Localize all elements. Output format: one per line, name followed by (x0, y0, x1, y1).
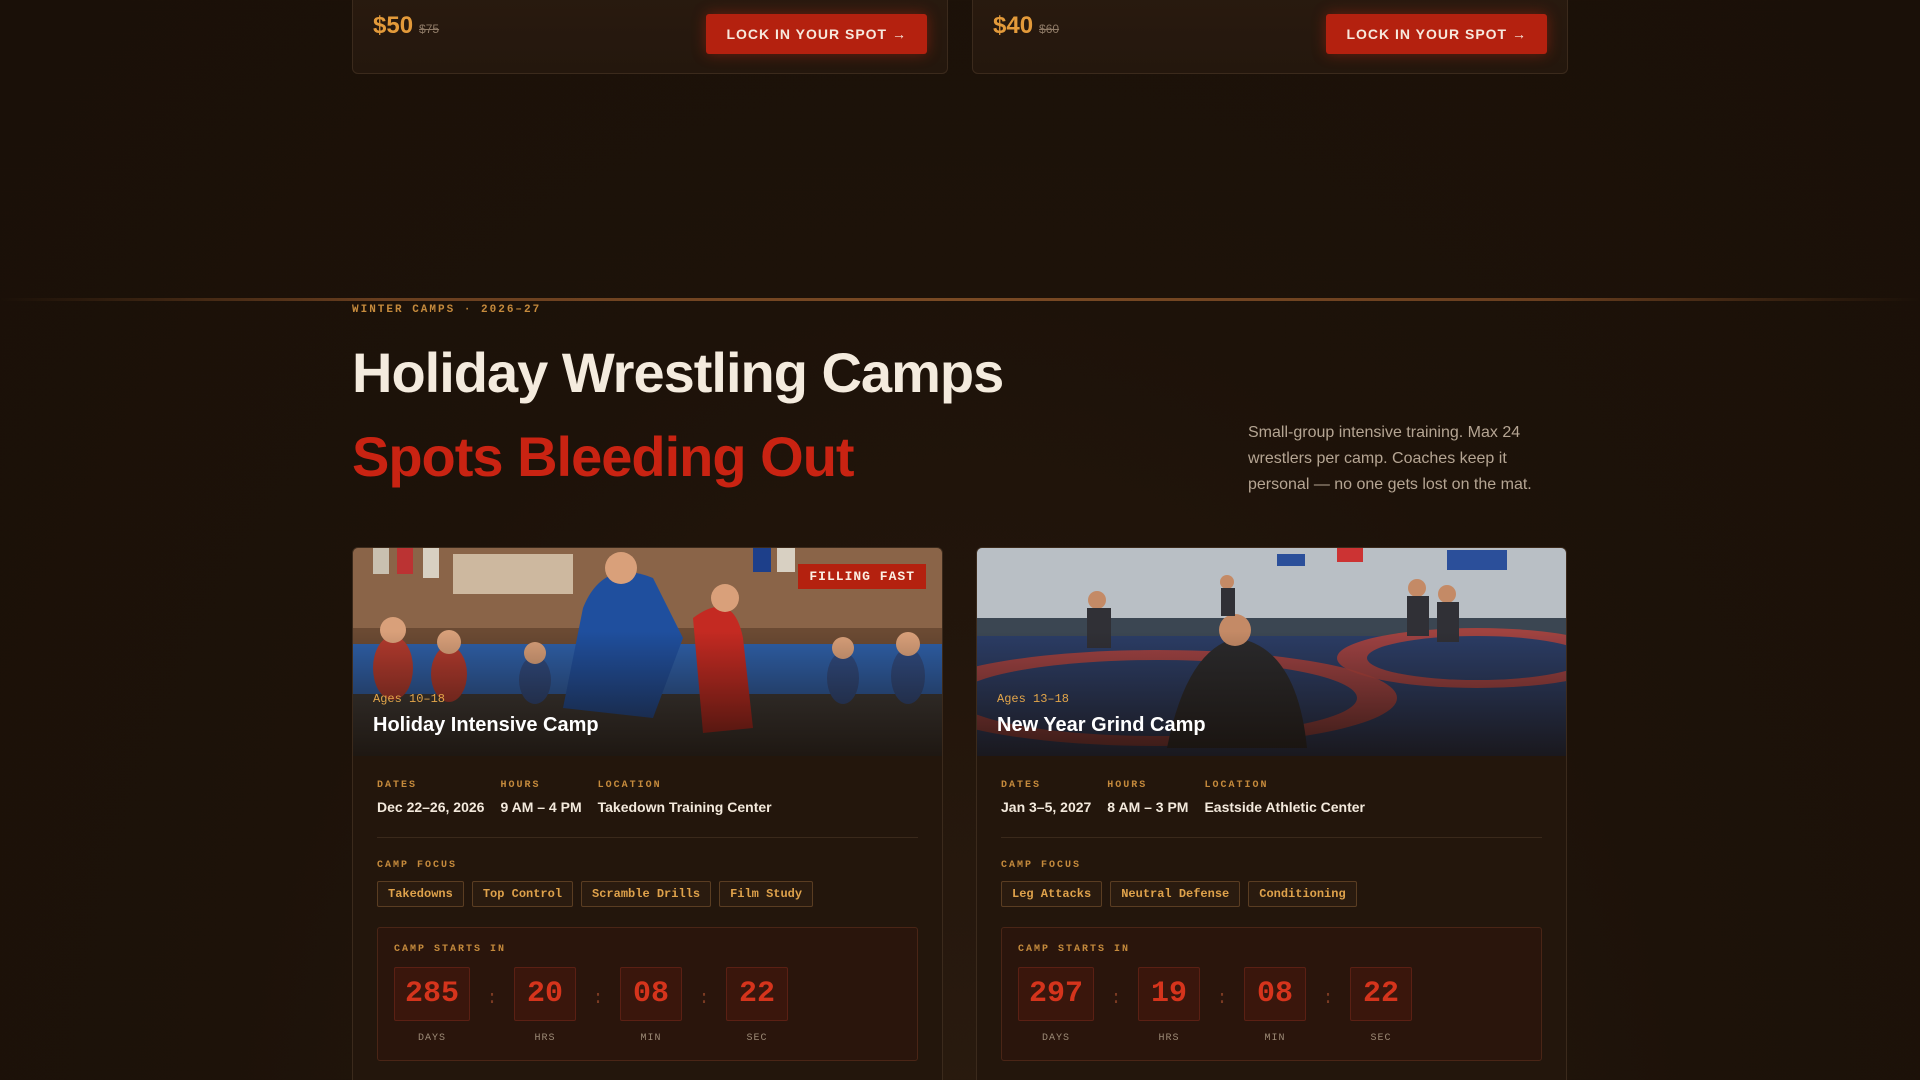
price: $50 $75 (373, 12, 440, 39)
price: $40 $60 (993, 12, 1060, 39)
old-price: $75 (419, 22, 440, 36)
focus-tags: Takedowns Top Control Scramble Drills Fi… (377, 881, 918, 907)
focus-tag: Neutral Defense (1110, 881, 1241, 907)
countdown-seconds: 22 (1350, 967, 1413, 1021)
camp-title: Holiday Intensive Camp (373, 714, 599, 736)
countdown-label: CAMP STARTS IN (1018, 944, 1131, 955)
old-price: $60 (1039, 22, 1060, 36)
meta-hours: HOURS 9 AM – 4 PM (500, 780, 582, 815)
meta-hours: HOURS 8 AM – 3 PM (1107, 780, 1189, 815)
focus-tag: Film Study (719, 881, 814, 907)
page-subtitle: Spots Bleeding Out (352, 425, 855, 488)
focus-tags: Leg Attacks Neutral Defense Conditioning (1001, 881, 1542, 907)
pricing-card: $50 $75 LOCK IN YOUR SPOT → (352, 0, 948, 74)
section-eyebrow: WINTER CAMPS · 2026–27 (352, 304, 542, 316)
camp-title: New Year Grind Camp (997, 714, 1206, 736)
lock-in-spot-button[interactable]: LOCK IN YOUR SPOT → (1326, 14, 1547, 54)
meta-location: LOCATION Takedown Training Center (597, 780, 772, 815)
countdown-timer: CAMP STARTS IN 297 DAYS : 19 HRS : 08 MIN :… (1001, 927, 1542, 1061)
camp-card-new-year-grind[interactable]: Ages 13–18 New Year Grind Camp DATES Jan… (976, 547, 1567, 1080)
focus-tag: Takedowns (377, 881, 464, 907)
focus-tag: Leg Attacks (1001, 881, 1103, 907)
camp-card-holiday-intensive[interactable]: FILLING FAST Ages 10–18 Holiday Intensiv… (352, 547, 943, 1080)
meta-dates: DATES Jan 3–5, 2027 (1001, 780, 1092, 815)
countdown-hours: 20 (514, 967, 577, 1021)
section-intro: Small-group intensive training. Max 24 w… (1248, 424, 1532, 493)
camp-photo: FILLING FAST Ages 10–18 Holiday Intensiv… (353, 548, 942, 756)
section-divider (0, 298, 1920, 301)
filling-fast-badge: FILLING FAST (798, 564, 926, 589)
countdown-days: 297 (1018, 967, 1095, 1021)
countdown-minutes: 08 (1244, 967, 1307, 1021)
camp-photo: Ages 13–18 New Year Grind Camp (977, 548, 1566, 756)
camp-meta: DATES Dec 22–26, 2026 HOURS 9 AM – 4 PM … (377, 780, 918, 815)
camp-focus-label: CAMP FOCUS (377, 860, 458, 871)
focus-tag: Conditioning (1248, 881, 1357, 907)
countdown-seconds: 22 (726, 967, 789, 1021)
meta-dates: DATES Dec 22–26, 2026 (377, 780, 485, 815)
countdown-days: 285 (394, 967, 471, 1021)
camp-ages: Ages 13–18 (997, 692, 1070, 706)
countdown-timer: CAMP STARTS IN 285 DAYS : 20 HRS : 08 MIN :… (377, 927, 918, 1061)
page-title: Holiday Wrestling Camps (352, 341, 1004, 404)
countdown-hours: 19 (1138, 967, 1201, 1021)
countdown-label: CAMP STARTS IN (394, 944, 507, 955)
focus-tag: Scramble Drills (581, 881, 712, 907)
meta-location: LOCATION Eastside Athletic Center (1204, 780, 1365, 815)
camp-ages: Ages 10–18 (373, 692, 446, 706)
focus-tag: Top Control (471, 881, 574, 907)
countdown-minutes: 08 (620, 967, 683, 1021)
lock-in-spot-button[interactable]: LOCK IN YOUR SPOT → (706, 14, 927, 54)
camp-meta: DATES Jan 3–5, 2027 HOURS 8 AM – 3 PM LO… (1001, 780, 1542, 815)
camp-focus-label: CAMP FOCUS (1001, 860, 1082, 871)
pricing-card: $40 $60 LOCK IN YOUR SPOT → (972, 0, 1568, 74)
